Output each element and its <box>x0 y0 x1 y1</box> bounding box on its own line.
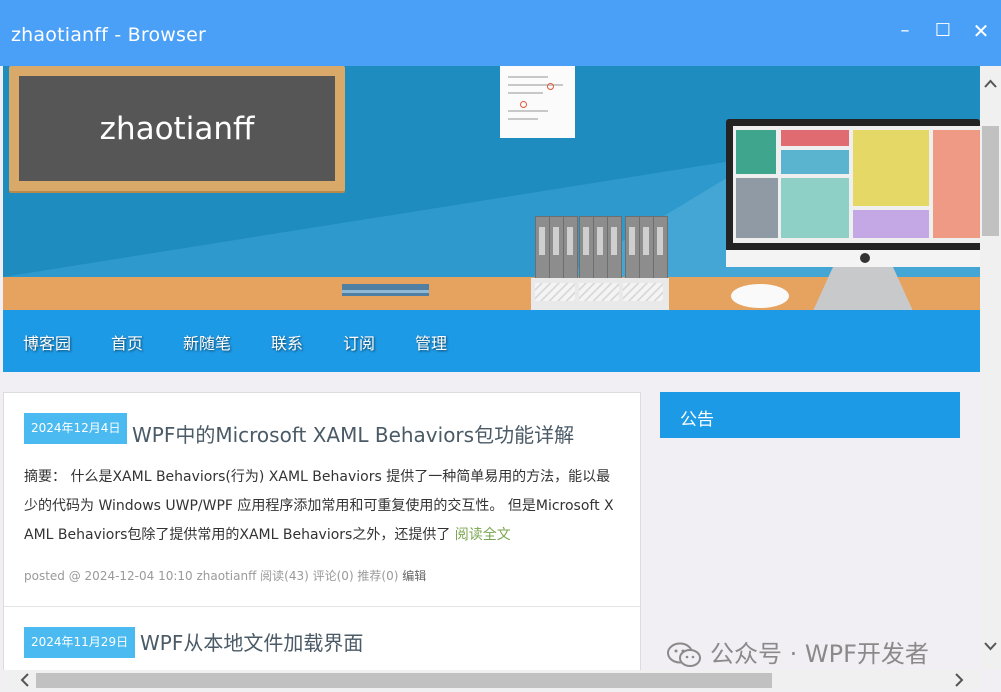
paper-note-image <box>500 66 575 138</box>
blog-name: zhaotianff <box>99 111 255 147</box>
horizontal-scroll-thumb[interactable] <box>36 673 772 688</box>
edit-link[interactable]: 编辑 <box>402 569 426 583</box>
post-summary: 摘要： 什么是XAML Behaviors(行为) XAML Behaviors… <box>24 463 622 550</box>
chalkboard: zhaotianff <box>9 66 345 191</box>
post-date-badge: 2024年11月29日 <box>24 627 136 658</box>
watermark-text: 公众号 · WPF开发者 <box>710 640 929 668</box>
post-meta: posted @ 2024-12-04 10:10 zhaotianff 阅读(… <box>24 567 426 584</box>
monitor-image <box>726 119 980 267</box>
wechat-icon <box>667 642 701 667</box>
watermark: 公众号 · WPF开发者 <box>666 634 929 669</box>
post-title-link[interactable]: WPF中的Microsoft XAML Behaviors包功能详解 <box>132 419 574 448</box>
minimize-button[interactable]: – <box>890 16 920 46</box>
horizontal-scrollbar[interactable] <box>3 670 980 691</box>
nav-subscribe[interactable]: 订阅 <box>343 330 375 354</box>
post-meta-text: posted @ 2024-12-04 10:10 zhaotianff 阅读(… <box>24 569 399 583</box>
vertical-scroll-thumb[interactable] <box>982 126 999 236</box>
scroll-right-icon[interactable] <box>951 672 967 688</box>
post-summary-text: 摘要： 什么是XAML Behaviors(行为) XAML Behaviors… <box>24 469 614 543</box>
nav-contact[interactable]: 联系 <box>271 330 303 354</box>
post-card: 2024年12月4日 WPF中的Microsoft XAML Behaviors… <box>3 392 641 608</box>
nav-new-post[interactable]: 新随笔 <box>183 330 231 354</box>
post-card: 2024年11月29日 WPF从本地文件加载界面 <box>3 606 641 670</box>
nav-cnblogs[interactable]: 博客园 <box>23 330 71 354</box>
scroll-left-icon[interactable] <box>17 672 33 688</box>
nav-home[interactable]: 首页 <box>111 330 143 354</box>
header-banner: zhaotianff <box>3 66 980 310</box>
mouse-image <box>731 284 789 308</box>
scroll-up-icon[interactable] <box>983 76 998 92</box>
page-viewport: zhaotianff 博客园 首页 新随笔 联系 订阅 管理 2024年12月4… <box>3 66 980 670</box>
window-titlebar: zhaotianff - Browser – ☐ ✕ <box>0 0 1001 66</box>
books-image <box>531 216 669 310</box>
main-nav: 博客园 首页 新随笔 联系 订阅 管理 <box>3 310 980 372</box>
post-title-link[interactable]: WPF从本地文件加载界面 <box>140 627 363 656</box>
window-title: zhaotianff - Browser <box>11 24 207 46</box>
notice-title: 公告 <box>680 410 714 430</box>
read-more-link[interactable]: 阅读全文 <box>455 527 511 543</box>
sidebar-notice-header: 公告 <box>660 392 960 438</box>
close-button[interactable]: ✕ <box>966 16 996 46</box>
post-date-badge: 2024年12月4日 <box>24 413 128 444</box>
maximize-button[interactable]: ☐ <box>928 16 958 46</box>
vertical-scrollbar[interactable] <box>980 66 1001 670</box>
scroll-down-icon[interactable] <box>983 638 998 654</box>
nav-admin[interactable]: 管理 <box>415 330 447 354</box>
